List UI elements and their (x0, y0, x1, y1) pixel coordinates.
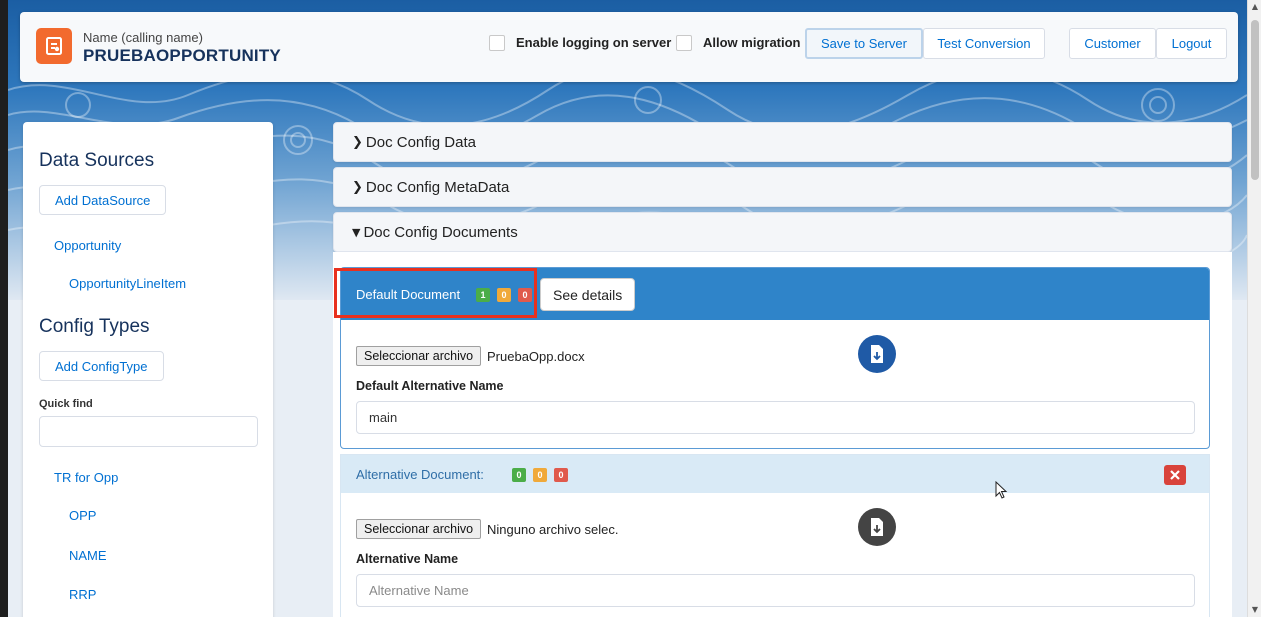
name-label: Name (calling name) (83, 30, 203, 45)
scroll-down-icon[interactable]: ▼ (1250, 605, 1260, 615)
page-scrollbar[interactable]: ▲ ▼ (1247, 0, 1261, 617)
logout-button[interactable]: Logout (1156, 28, 1227, 59)
chevron-right-icon: ❯ (352, 134, 363, 150)
app-header: Name (calling name) PRUEBAOPPORTUNITY En… (20, 12, 1238, 82)
sidebar-item-tr-for-opp[interactable]: TR for Opp (54, 470, 118, 485)
selected-file-name: PruebaOpp.docx (487, 349, 585, 364)
add-configtype-button[interactable]: Add ConfigType (39, 351, 164, 381)
allow-migration-label: Allow migration (703, 35, 801, 50)
download-document-icon[interactable] (858, 508, 896, 546)
sidebar: Data Sources Add DataSource Opportunity … (23, 122, 273, 617)
app-logo-icon (36, 28, 72, 64)
delete-alternative-button[interactable] (1164, 465, 1186, 485)
chevron-down-icon: ▼ (352, 225, 361, 239)
test-conversion-button[interactable]: Test Conversion (923, 28, 1045, 59)
select-file-button[interactable]: Seleccionar archivo (356, 519, 482, 539)
allow-migration-checkbox[interactable] (676, 35, 692, 51)
config-types-heading: Config Types (39, 316, 150, 337)
customer-button[interactable]: Customer (1069, 28, 1156, 59)
sidebar-item-opportunitylineitem[interactable]: OpportunityLineItem (69, 276, 186, 291)
quick-find-label: Quick find (39, 398, 93, 410)
download-document-icon[interactable] (858, 335, 896, 373)
warning-count-badge: 0 (533, 468, 547, 482)
default-alt-name-label: Default Alternative Name (356, 379, 504, 393)
select-file-button[interactable]: Seleccionar archivo (356, 346, 482, 366)
error-count-badge: 0 (554, 468, 568, 482)
accordion-label-metadata: Doc Config MetaData (365, 178, 510, 196)
highlight-annotation (334, 268, 537, 318)
accordion-label-documents: Doc Config Documents (363, 223, 518, 241)
success-count-badge: 0 (512, 468, 526, 482)
alternative-name-input[interactable]: Alternative Name (356, 574, 1195, 607)
enable-logging-label: Enable logging on server (516, 35, 672, 50)
sidebar-item-opportunity[interactable]: Opportunity (54, 238, 121, 253)
save-to-server-button[interactable]: Save to Server (805, 28, 923, 59)
alternative-name-label: Alternative Name (356, 552, 459, 566)
mouse-cursor-icon (995, 481, 1008, 499)
sidebar-item-rrp[interactable]: RRP (69, 587, 96, 602)
close-icon (1170, 470, 1180, 480)
selected-file-name: Ninguno archivo selec. (487, 522, 619, 537)
default-alt-name-input[interactable]: main (356, 401, 1195, 434)
alternative-document-header: Alternative Document: 0 0 0 (341, 455, 1209, 493)
scrollbar-thumb[interactable] (1251, 20, 1259, 180)
chevron-right-icon: ❯ (352, 179, 363, 195)
data-sources-heading: Data Sources (39, 150, 155, 171)
alternative-document-card: Alternative Document: 0 0 0 Seleccionar … (340, 454, 1210, 617)
quick-find-input[interactable] (39, 416, 258, 447)
accordion-doc-config-documents[interactable]: ▼ Doc Config Documents (333, 212, 1232, 252)
sidebar-item-name[interactable]: NAME (69, 548, 107, 563)
accordion-doc-config-data[interactable]: ❯ Doc Config Data (333, 122, 1232, 162)
enable-logging-checkbox[interactable] (489, 35, 505, 51)
sidebar-item-opp[interactable]: OPP (69, 508, 96, 523)
add-datasource-button[interactable]: Add DataSource (39, 185, 167, 215)
alternative-document-title: Alternative Document: (356, 467, 484, 482)
scroll-up-icon[interactable]: ▲ (1250, 2, 1260, 12)
page-title: PRUEBAOPPORTUNITY (83, 46, 281, 65)
see-details-button[interactable]: See details (540, 278, 636, 311)
accordion-doc-config-metadata[interactable]: ❯ Doc Config MetaData (333, 167, 1232, 207)
accordion-label-data: Doc Config Data (365, 133, 476, 151)
